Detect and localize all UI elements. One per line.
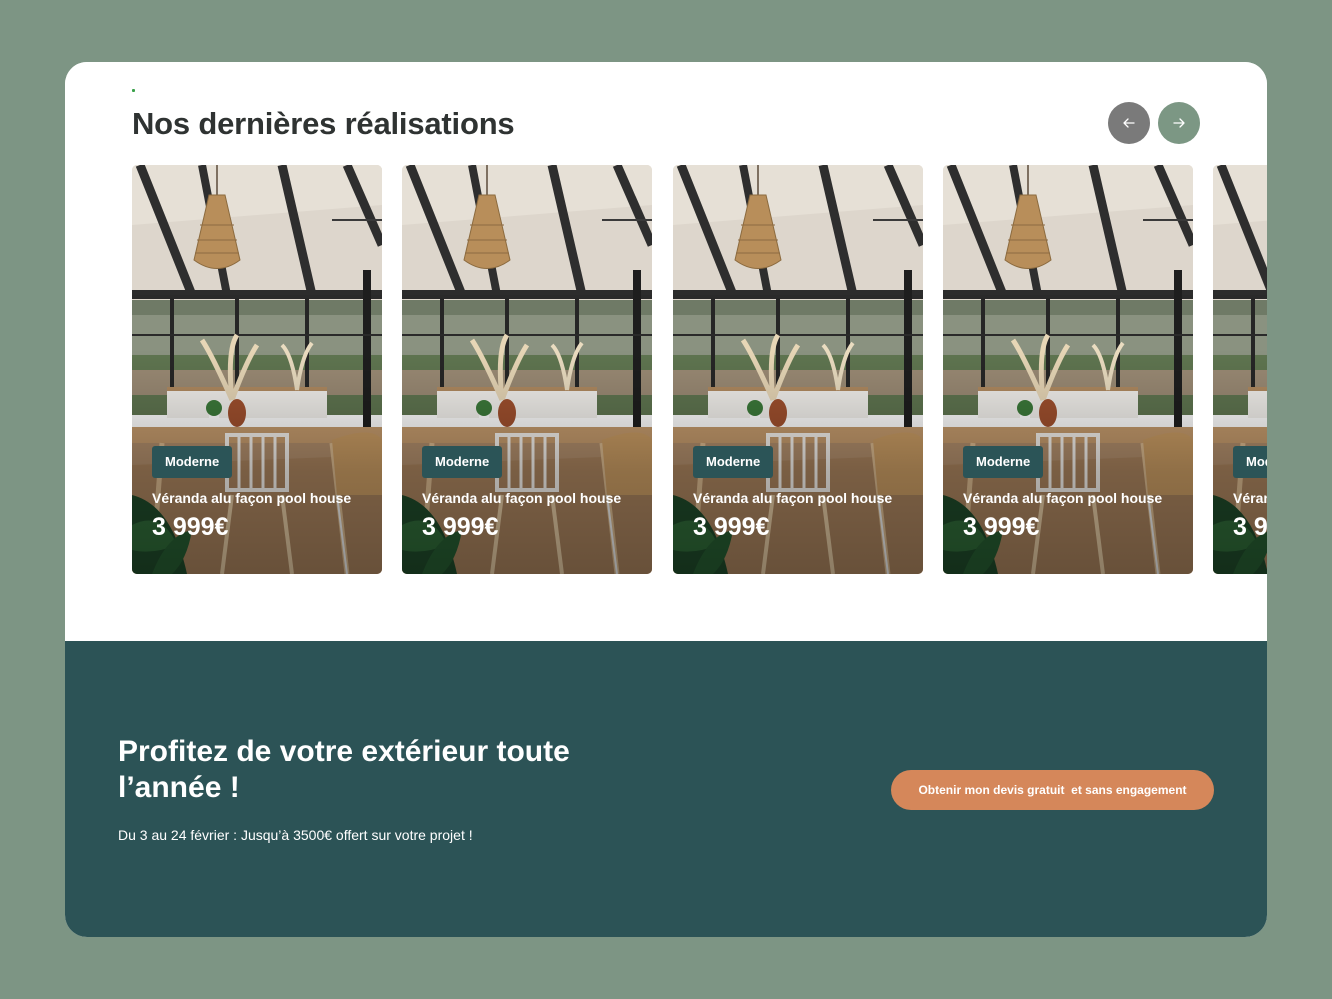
style-badge: Moderne — [422, 446, 503, 478]
arrow-left-icon — [1123, 118, 1135, 128]
project-card[interactable]: Moderne Véranda alu façon pool house 3 9… — [1213, 165, 1267, 574]
project-title: Véranda alu façon pool house — [422, 490, 622, 506]
promo-subtitle: Du 3 au 24 février : Jusqu’à 3500€ offer… — [118, 827, 473, 843]
project-title: Véranda alu façon pool house — [1233, 490, 1267, 506]
section-title: Nos dernières réalisations — [132, 106, 515, 141]
carousel-next-button[interactable] — [1158, 102, 1200, 144]
project-card[interactable]: Moderne Véranda alu façon pool house 3 9… — [132, 165, 382, 574]
promo-title: Profitez de votre extérieur toute l’anné… — [118, 735, 570, 804]
arrow-right-icon — [1173, 118, 1185, 128]
style-badge: Moderne — [1233, 446, 1267, 478]
project-price: 3 999€ — [1233, 513, 1267, 541]
project-card[interactable]: Moderne Véranda alu façon pool house 3 9… — [402, 165, 652, 574]
style-badge: Moderne — [963, 446, 1044, 478]
realisations-carousel[interactable]: Moderne Véranda alu façon pool house 3 9… — [132, 165, 1267, 575]
section-marker — [132, 89, 135, 92]
content-frame: Nos dernières réalisations Moderne Véran… — [65, 62, 1267, 937]
project-card[interactable]: Moderne Véranda alu façon pool house 3 9… — [943, 165, 1193, 574]
carousel-prev-button[interactable] — [1108, 102, 1150, 144]
project-title: Véranda alu façon pool house — [693, 490, 893, 506]
style-badge: Moderne — [693, 446, 774, 478]
project-title: Véranda alu façon pool house — [963, 490, 1163, 506]
project-card[interactable]: Moderne Véranda alu façon pool house 3 9… — [673, 165, 923, 574]
project-price: 3 999€ — [422, 513, 499, 541]
project-title: Véranda alu façon pool house — [152, 490, 352, 506]
project-price: 3 999€ — [963, 513, 1040, 541]
quote-request-button[interactable]: Obtenir mon devis gratuit et sans engage… — [891, 770, 1214, 810]
style-badge: Moderne — [152, 446, 233, 478]
gallery-section: Nos dernières réalisations Moderne Véran… — [65, 62, 1267, 641]
project-price: 3 999€ — [152, 513, 229, 541]
promo-banner: Profitez de votre extérieur toute l’anné… — [65, 641, 1267, 937]
project-price: 3 999€ — [693, 513, 770, 541]
